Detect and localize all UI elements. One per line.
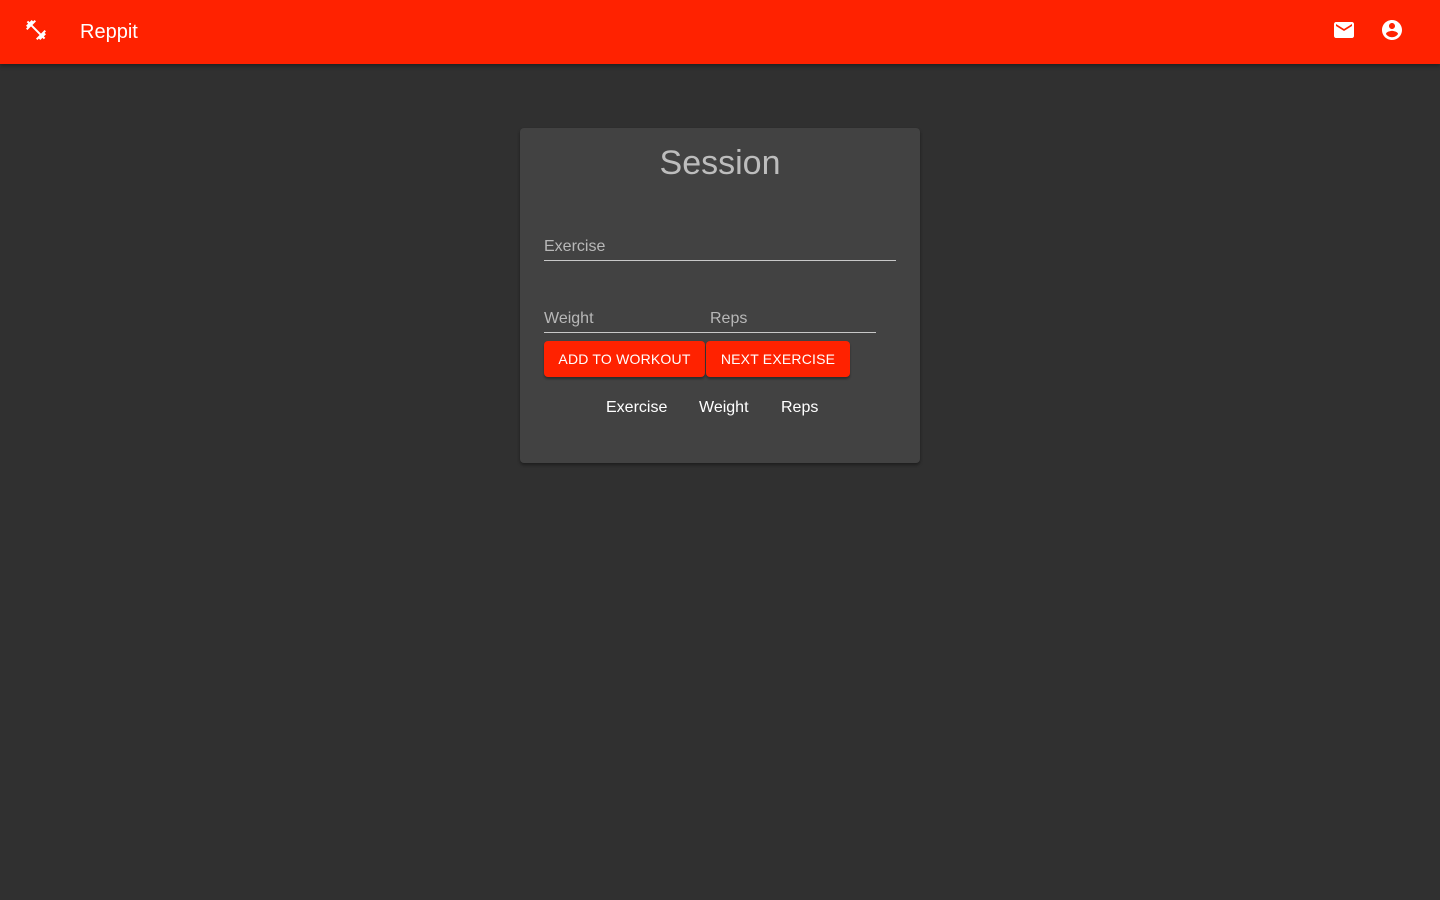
mail-button[interactable] [1324,12,1364,52]
weight-field[interactable] [544,300,710,333]
table-header-weight: Weight [699,399,749,416]
mail-icon [1332,18,1356,47]
fitness-icon [24,18,48,47]
table-header-reps: Reps [781,399,819,416]
add-to-workout-button[interactable]: ADD TO WORKOUT [544,341,705,377]
app-bar: Reppit [0,0,1440,64]
table-header-exercise: Exercise [606,399,668,416]
account-button[interactable] [1372,12,1412,52]
weight-input[interactable] [544,310,710,328]
exercise-field[interactable] [544,228,896,261]
next-exercise-button[interactable]: NEXT EXERCISE [706,341,850,377]
reps-input[interactable] [710,310,876,328]
account-circle-icon [1380,18,1404,47]
session-title: Session [659,144,781,182]
app-title: Reppit [80,21,138,43]
exercise-input[interactable] [544,238,896,256]
fitness-menu-button[interactable] [16,12,56,52]
reps-field[interactable] [710,300,876,333]
